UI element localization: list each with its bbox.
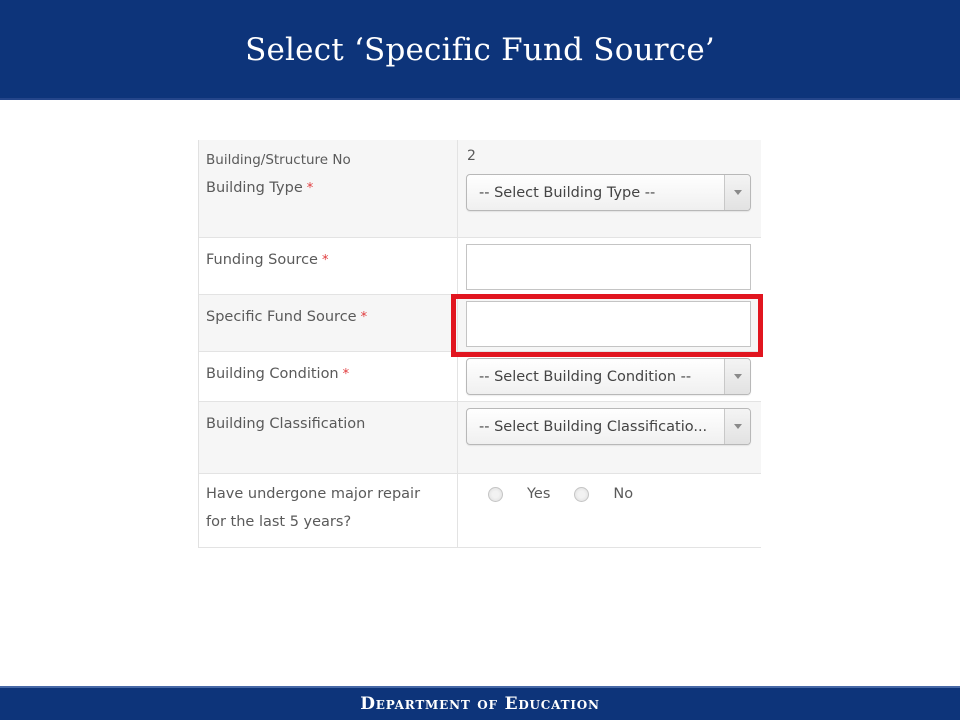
required-marker: * [342, 367, 350, 382]
funding-source-input[interactable] [466, 244, 751, 290]
chevron-down-icon[interactable] [724, 409, 750, 444]
required-marker: * [306, 181, 314, 196]
building-classification-select[interactable]: -- Select Building Classificatio... [466, 408, 751, 445]
radio-yes-label[interactable]: Yes [527, 486, 550, 502]
required-marker: * [360, 310, 368, 325]
row-major-repair: Have undergone major repair for the last… [199, 474, 761, 548]
specific-fund-source-label: Specific Fund Source * [199, 295, 458, 351]
building-form: Building/Structure No Building Type * 2 -… [198, 140, 761, 548]
building-type-select[interactable]: -- Select Building Type -- [466, 174, 751, 211]
building-type-label: Building Type * [206, 180, 314, 196]
radio-no-label[interactable]: No [613, 486, 633, 502]
radio-no[interactable] [574, 486, 590, 502]
specific-fund-source-input[interactable] [466, 301, 751, 347]
building-condition-select[interactable]: -- Select Building Condition -- [466, 358, 751, 395]
slide-header: Select ‘Specific Fund Source’ [0, 0, 960, 100]
slide-title: Select ‘Specific Fund Source’ [245, 32, 715, 68]
building-no-value: 2 [467, 148, 476, 164]
chevron-down-icon[interactable] [724, 359, 750, 394]
row-building-classification: Building Classification -- Select Buildi… [199, 402, 761, 474]
radio-yes[interactable] [488, 486, 503, 502]
major-repair-label: Have undergone major repair for the last… [199, 474, 458, 547]
building-condition-select-text: -- Select Building Condition -- [479, 368, 692, 385]
row-specific-fund-source: Specific Fund Source * [199, 295, 761, 352]
building-condition-label: Building Condition * [199, 352, 458, 401]
major-repair-radio-group: Yes No [488, 486, 657, 502]
building-classification-select-text: -- Select Building Classificatio... [479, 418, 708, 435]
building-classification-label: Building Classification [199, 402, 458, 473]
building-type-select-text: -- Select Building Type -- [479, 184, 656, 201]
footer-text: Department of Education [360, 694, 600, 714]
chevron-down-icon[interactable] [724, 175, 750, 210]
slide-footer: Department of Education [0, 686, 960, 720]
funding-source-label: Funding Source * [199, 238, 458, 294]
row-funding-source: Funding Source * [199, 238, 761, 295]
row-building-no-type: Building/Structure No Building Type * 2 -… [199, 140, 761, 238]
building-no-label: Building/Structure No [206, 152, 351, 168]
required-marker: * [321, 253, 329, 268]
row-building-condition: Building Condition * -- Select Building C… [199, 352, 761, 402]
